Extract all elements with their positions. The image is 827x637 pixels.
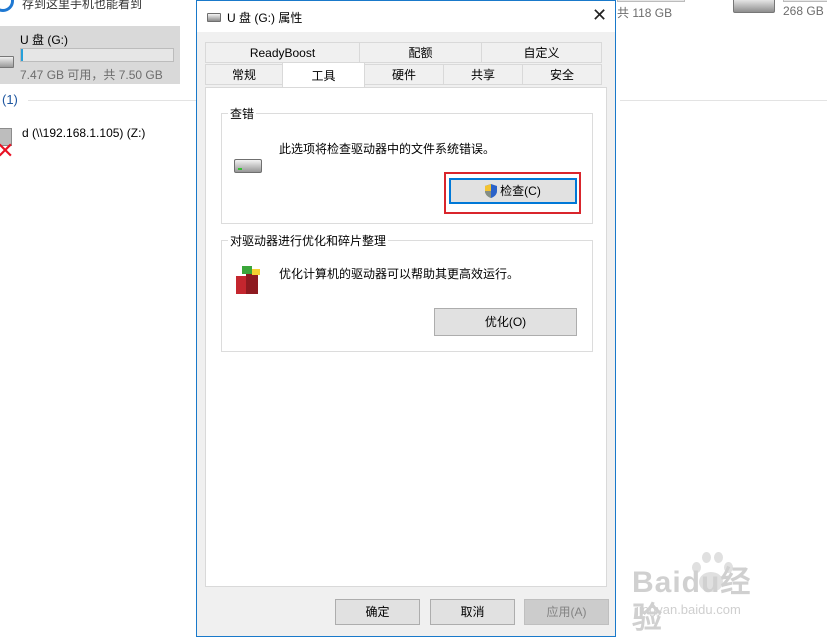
drive-icon <box>234 159 262 173</box>
usb-drive-icon <box>207 13 221 22</box>
section-divider <box>28 100 198 101</box>
error-check-group: 查错 此选项将检查驱动器中的文件系统错误。 检查(C) <box>221 105 593 224</box>
tab-tools[interactable]: 工具 <box>282 62 365 87</box>
check-button-label: 检查(C) <box>500 184 541 198</box>
properties-dialog: U 盘 (G:) 属性 ✕ ReadyBoost 配额 自定义 常规 工具 硬件… <box>196 0 616 637</box>
section-header[interactable]: (1) <box>2 92 18 107</box>
ok-button[interactable]: 确定 <box>335 599 420 625</box>
error-check-description: 此选项将检查驱动器中的文件系统错误。 <box>279 142 496 156</box>
tab-customize[interactable]: 自定义 <box>481 42 602 63</box>
optimize-group: 对驱动器进行优化和碎片整理 优化计算机的驱动器可以帮助其更高效运行。 优化(O) <box>221 232 593 352</box>
tab-security[interactable]: 安全 <box>522 64 602 85</box>
tools-panel: 查错 此选项将检查驱动器中的文件系统错误。 检查(C) 对驱动器进行优化和碎片整… <box>205 87 607 587</box>
optimize-title: 对驱动器进行优化和碎片整理 <box>228 232 389 249</box>
apply-button[interactable]: 应用(A) <box>524 599 609 625</box>
drive-usage-bar <box>20 48 174 62</box>
cancel-button[interactable]: 取消 <box>430 599 515 625</box>
tab-strip: ReadyBoost 配额 自定义 常规 工具 硬件 共享 安全 <box>205 42 605 88</box>
watermark-url: jingyan.baidu.com <box>636 602 741 617</box>
tab-hardware[interactable]: 硬件 <box>364 64 444 85</box>
disconnected-x-icon: ✕ <box>0 138 15 163</box>
drive-usage-fill <box>21 49 23 61</box>
error-check-title: 查错 <box>228 105 257 122</box>
drive-size: 7.47 GB 可用，共 7.50 GB <box>20 68 163 82</box>
drive-tile-usb[interactable]: U 盘 (G:) 7.47 GB 可用，共 7.50 GB <box>0 26 180 84</box>
right-drive-a-bar <box>617 0 685 2</box>
uac-shield-icon <box>485 184 498 198</box>
right-drive-b-bar <box>783 0 827 2</box>
close-icon: ✕ <box>592 5 608 25</box>
tab-readyboost[interactable]: ReadyBoost <box>205 42 360 63</box>
close-button[interactable]: ✕ <box>581 1 615 32</box>
title-bar[interactable]: U 盘 (G:) 属性 ✕ <box>197 1 615 32</box>
right-drive-b-size: 268 GB <box>783 4 824 18</box>
section-divider-right <box>620 100 827 101</box>
sync-icon <box>0 0 14 12</box>
drive-name: U 盘 (G:) <box>20 33 68 47</box>
tab-quota[interactable]: 配额 <box>359 42 482 63</box>
tab-general[interactable]: 常规 <box>205 64 283 85</box>
defrag-icon <box>234 266 260 296</box>
check-button[interactable]: 检查(C) <box>449 178 577 204</box>
network-drive-name[interactable]: d (\\192.168.1.105) (Z:) <box>22 126 145 140</box>
tab-sharing[interactable]: 共享 <box>443 64 523 85</box>
watermark-logo: Baidu经验 <box>632 566 752 635</box>
right-drive-a-size: 共 118 GB <box>617 6 673 20</box>
usb-drive-icon <box>0 56 14 68</box>
optimize-description: 优化计算机的驱动器可以帮助其更高效运行。 <box>279 267 520 281</box>
dialog-title: U 盘 (G:) 属性 <box>227 11 303 25</box>
explorer-top-text: 存到这里手机也能看到 <box>22 0 143 11</box>
hard-drive-icon <box>733 0 775 13</box>
optimize-button[interactable]: 优化(O) <box>434 308 577 336</box>
